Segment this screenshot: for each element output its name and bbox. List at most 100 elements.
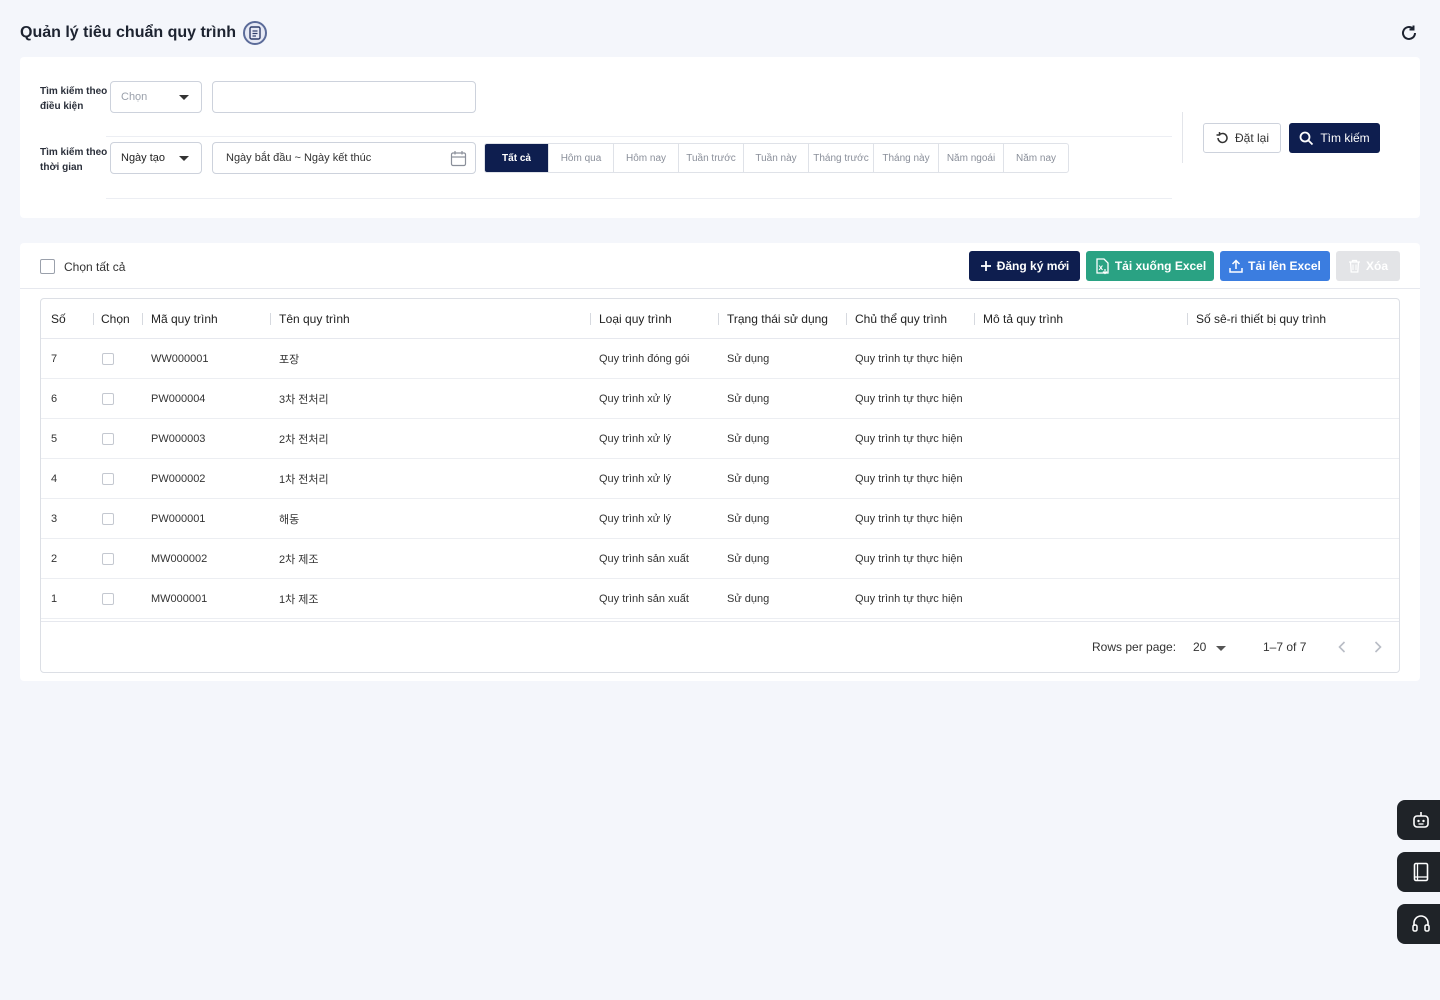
robot-icon[interactable] xyxy=(1397,800,1440,840)
row-checkbox[interactable] xyxy=(102,472,114,485)
quick-range-last-year[interactable]: Năm ngoái xyxy=(939,144,1004,172)
refresh-icon[interactable] xyxy=(1398,22,1420,44)
cell-no: 1 xyxy=(51,592,58,605)
cell-code: PW000004 xyxy=(151,392,206,405)
table-row[interactable]: 4 PW000002 1차 전처리 Quy trình xử lý Sử dụn… xyxy=(41,459,1399,499)
column-header-no[interactable]: Số xyxy=(51,299,66,338)
row-divider xyxy=(106,198,1172,199)
search-button-label: Tìm kiếm xyxy=(1320,131,1370,145)
add-new-button[interactable]: Đăng ký mới xyxy=(969,251,1080,281)
delete-label: Xóa xyxy=(1365,259,1388,273)
select-all-checkbox[interactable]: Chọn tất cả xyxy=(40,259,125,274)
table-row[interactable]: 6 PW000004 3차 전처리 Quy trình xử lý Sử dụn… xyxy=(41,379,1399,419)
table-row[interactable]: 1 MW000001 1차 제조 Quy trình sản xuất Sử d… xyxy=(41,579,1399,619)
rows-per-page-label: Rows per page: xyxy=(1092,640,1177,654)
column-header-status[interactable]: Trạng thái sử dụng xyxy=(727,299,828,338)
quick-range-this-week[interactable]: Tuần này xyxy=(744,144,809,172)
select-all-label: Chọn tất cả xyxy=(64,259,126,274)
cell-type: Quy trình xử lý xyxy=(599,512,672,525)
search-panel: Tìm kiếm theo điều kiện Chọn Tìm kiếm th… xyxy=(20,57,1420,218)
pagination: Rows per page: 20 1–7 of 7 xyxy=(41,621,1399,671)
page-header: Quản lý tiêu chuẩn quy trình xyxy=(20,18,1420,48)
cell-status: Sử dụng xyxy=(727,552,770,565)
cell-code: PW000003 xyxy=(151,432,206,445)
column-header-type[interactable]: Loại quy trình xyxy=(599,299,672,338)
column-header-serial[interactable]: Số sê-ri thiết bị quy trình xyxy=(1196,299,1326,338)
table-row[interactable]: 2 MW000002 2차 제조 Quy trình sản xuất Sử d… xyxy=(41,539,1399,579)
table-row[interactable]: 7 WW000001 포장 Quy trình đóng gói Sử dụng… xyxy=(41,339,1399,379)
cell-type: Quy trình xử lý xyxy=(599,432,672,445)
row-checkbox[interactable] xyxy=(102,352,114,365)
quick-range-this-month[interactable]: Tháng này xyxy=(874,144,939,172)
cell-status: Sử dụng xyxy=(727,472,770,485)
cell-status: Sử dụng xyxy=(727,432,770,445)
chevron-down-icon xyxy=(179,95,189,100)
headset-icon[interactable] xyxy=(1397,904,1440,944)
condition-select-value: Chọn xyxy=(121,91,148,103)
condition-select[interactable]: Chọn xyxy=(110,81,202,113)
column-header-name[interactable]: Tên quy trình xyxy=(279,299,350,338)
quick-range-last-month[interactable]: Tháng trước xyxy=(809,144,874,172)
quick-range-today[interactable]: Hôm nay xyxy=(614,144,679,172)
table-row[interactable]: 3 PW000001 해동 Quy trình xử lý Sử dụng Qu… xyxy=(41,499,1399,539)
next-page-icon[interactable] xyxy=(1370,638,1386,656)
cell-code: WW000001 xyxy=(151,352,209,365)
chevron-down-icon[interactable] xyxy=(1216,646,1226,651)
calendar-icon[interactable] xyxy=(450,150,467,170)
column-header-description[interactable]: Mô tả quy trình xyxy=(983,299,1063,338)
row-checkbox[interactable] xyxy=(102,392,114,405)
cell-no: 3 xyxy=(51,512,58,525)
column-header-owner[interactable]: Chủ thể quy trình xyxy=(855,299,947,338)
document-icon[interactable] xyxy=(243,21,268,45)
cell-owner: Quy trình tự thực hiện xyxy=(855,352,963,365)
add-new-label: Đăng ký mới xyxy=(996,259,1070,273)
row-checkbox[interactable] xyxy=(102,512,114,525)
time-field-select[interactable]: Ngày tạo xyxy=(110,142,202,174)
cell-status: Sử dụng xyxy=(727,592,770,605)
table-panel: Chọn tất cả Đăng ký mới X Tải xuống Exce… xyxy=(20,243,1420,681)
cell-no: 7 xyxy=(51,352,58,365)
condition-search-row: Tìm kiếm theo điều kiện xyxy=(40,84,110,114)
cell-owner: Quy trình tự thực hiện xyxy=(855,552,963,565)
cell-owner: Quy trình tự thực hiện xyxy=(855,432,963,445)
cell-name: 해동 xyxy=(279,513,300,526)
row-checkbox[interactable] xyxy=(102,432,114,445)
excel-download-button[interactable]: X Tải xuống Excel xyxy=(1086,251,1214,281)
cell-code: PW000001 xyxy=(151,512,206,525)
quick-range-yesterday[interactable]: Hôm qua xyxy=(549,144,614,172)
cell-status: Sử dụng xyxy=(727,392,770,405)
quick-range-this-year[interactable]: Năm nay xyxy=(1004,144,1068,172)
cell-code: MW000001 xyxy=(151,592,208,605)
checkbox[interactable] xyxy=(40,259,55,274)
cell-status: Sử dụng xyxy=(727,352,770,365)
date-range-placeholder: Ngày bắt đầu ~ Ngày kết thúc xyxy=(226,152,372,164)
cell-type: Quy trình sản xuất xyxy=(599,552,689,565)
quick-range-last-week[interactable]: Tuần trước xyxy=(679,144,744,172)
svg-text:X: X xyxy=(1098,265,1103,272)
cell-no: 6 xyxy=(51,392,58,405)
date-range-input[interactable]: Ngày bắt đầu ~ Ngày kết thúc xyxy=(212,142,476,174)
search-icon xyxy=(1299,131,1314,145)
undo-icon xyxy=(1216,132,1228,144)
prev-page-icon[interactable] xyxy=(1334,638,1350,656)
column-header-code[interactable]: Mã quy trình xyxy=(151,299,218,338)
table-row[interactable]: 5 PW000003 2차 전처리 Quy trình xử lý Sử dụn… xyxy=(41,419,1399,459)
rows-per-page-select[interactable]: 20 xyxy=(1193,640,1206,654)
excel-upload-button[interactable]: Tải lên Excel xyxy=(1220,251,1330,281)
row-checkbox[interactable] xyxy=(102,552,114,565)
page-title: Quản lý tiêu chuẩn quy trình xyxy=(20,24,237,41)
excel-download-label: Tải xuống Excel xyxy=(1114,259,1207,273)
search-button[interactable]: Tìm kiếm xyxy=(1289,123,1380,153)
book-icon[interactable] xyxy=(1397,852,1440,892)
condition-search-input[interactable] xyxy=(212,81,476,113)
vertical-divider xyxy=(1182,112,1183,163)
row-checkbox[interactable] xyxy=(102,592,114,605)
column-header-select[interactable]: Chọn xyxy=(101,299,130,338)
delete-button[interactable]: Xóa xyxy=(1336,251,1400,281)
quick-range-all[interactable]: Tất cả xyxy=(485,144,549,172)
reset-button[interactable]: Đặt lại xyxy=(1203,123,1281,153)
cell-name: 3차 전처리 xyxy=(279,393,329,406)
cell-owner: Quy trình tự thực hiện xyxy=(855,592,963,605)
cell-no: 2 xyxy=(51,552,58,565)
cell-no: 5 xyxy=(51,432,58,445)
